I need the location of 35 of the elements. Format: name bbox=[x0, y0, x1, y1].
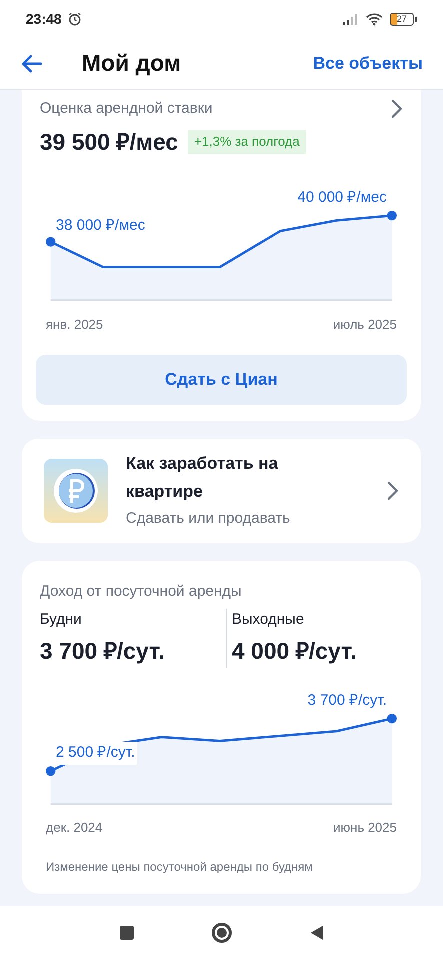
promo-title: Как заработать на квартире bbox=[126, 453, 280, 504]
axis-label: июль 2025 bbox=[333, 316, 397, 334]
chevron-right-icon bbox=[387, 480, 399, 500]
promo-subtitle: Сдавать или продавать bbox=[126, 509, 290, 530]
coin-icon bbox=[44, 458, 108, 522]
rent-out-button[interactable]: Сдать с Циан bbox=[36, 354, 407, 404]
card-title: Доход от посуточной аренды bbox=[40, 582, 243, 602]
status-time: 23:48 bbox=[26, 10, 62, 28]
back-arrow-icon bbox=[22, 54, 42, 72]
signal-icon bbox=[343, 13, 359, 25]
alarm-icon bbox=[68, 12, 82, 26]
back-triangle-icon[interactable] bbox=[310, 925, 324, 941]
chart-caption: Изменение цены посуточной аренды по будням bbox=[46, 858, 314, 876]
chevron-right-icon bbox=[391, 99, 403, 120]
axis-label: дек. 2024 bbox=[46, 819, 103, 837]
metric-label: Выходные bbox=[232, 610, 306, 630]
chart-label: 2 500 ₽/сут. bbox=[54, 742, 138, 764]
axis-label: янв. 2025 bbox=[46, 316, 104, 334]
change-badge: +1,3% за полгода bbox=[188, 130, 306, 154]
metric-value: 4 000 ₽/сут. bbox=[232, 636, 358, 666]
all-objects-link[interactable]: Все объекты bbox=[313, 50, 423, 76]
axis-label: июнь 2025 bbox=[334, 819, 397, 837]
card-title: Оценка арендной ставки bbox=[39, 99, 213, 119]
wifi-icon bbox=[366, 12, 383, 26]
battery-indicator: 27 bbox=[390, 12, 417, 26]
chart-label: 3 700 ₽/сут. bbox=[308, 691, 387, 711]
promo-card[interactable]: Как заработать на квартире Сдавать или продавать bbox=[22, 438, 421, 542]
home-button[interactable] bbox=[212, 923, 232, 943]
chart-label: 38 000 ₽/мес bbox=[56, 216, 146, 236]
rent-value: 39 500 ₽/мес bbox=[40, 128, 178, 156]
recents-button[interactable] bbox=[120, 926, 134, 940]
page-title: Мой дом bbox=[82, 49, 182, 78]
chart-label: 40 000 ₽/мес bbox=[298, 188, 387, 208]
metric-label: Будни bbox=[40, 610, 83, 630]
metric-value: 3 700 ₽/сут. bbox=[40, 636, 166, 666]
